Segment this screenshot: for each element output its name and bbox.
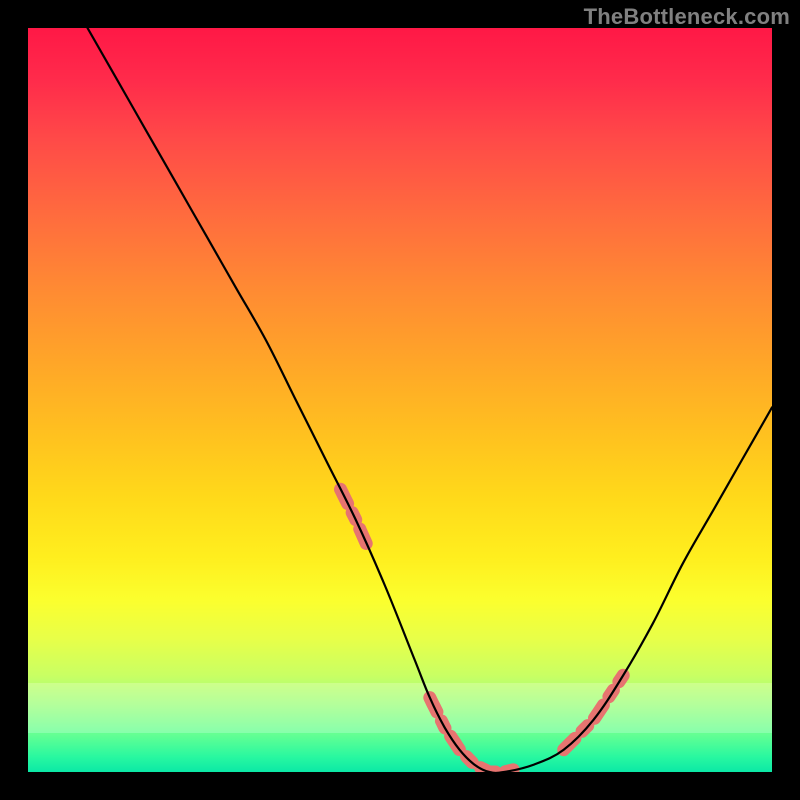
chart-stage: TheBottleneck.com [0,0,800,800]
highlight-segment-2 [564,675,624,749]
bottleneck-curve [88,28,773,772]
curve-layer [28,28,772,772]
watermark-text: TheBottleneck.com [584,4,790,30]
highlight-segments [341,489,624,772]
plot-area [28,28,772,772]
highlight-segment-1 [430,698,519,772]
